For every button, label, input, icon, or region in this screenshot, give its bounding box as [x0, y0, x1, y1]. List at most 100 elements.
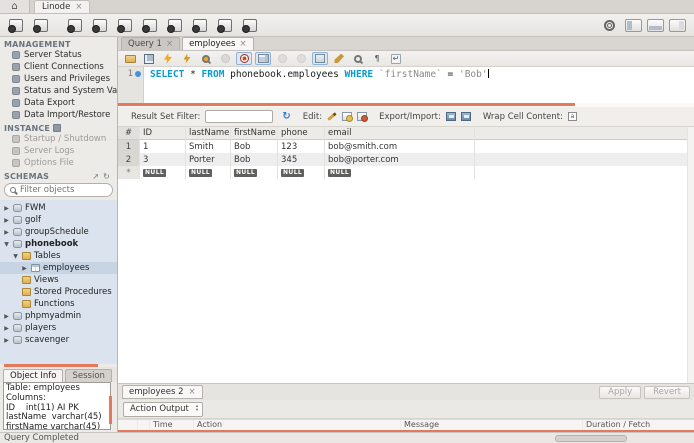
home-tab[interactable]: ⌂ — [0, 0, 30, 13]
sidebar-item-options-file[interactable]: Options File — [0, 157, 117, 169]
column-header-firstname[interactable]: firstName — [231, 127, 278, 140]
tree-node-phonebook[interactable]: ▼ phonebook — [0, 238, 117, 250]
chevron-collapsed-icon[interactable]: ▶ — [3, 205, 10, 212]
column-header-phone[interactable]: phone — [278, 127, 325, 140]
cell-null[interactable]: NULL — [278, 166, 325, 179]
tab-session[interactable]: Session — [65, 369, 112, 382]
chevron-collapsed-icon[interactable]: ▶ — [3, 325, 10, 332]
wrap-cell-icon[interactable]: a — [567, 112, 577, 121]
bottom-panel-splitter-highlight[interactable] — [109, 396, 112, 424]
reconnect-dbms-button[interactable] — [215, 17, 235, 34]
cell-null[interactable]: NULL — [186, 166, 231, 179]
edit-record-icon[interactable] — [327, 112, 337, 121]
tree-node-scavenger[interactable]: ▶ scavenger — [0, 334, 117, 346]
sidebar-item-data-import-restore[interactable]: Data Import/Restore — [0, 109, 117, 121]
table-row[interactable]: 1 1 Smith Bob 123 bob@smith.com — [118, 140, 694, 153]
sidebar-item-status-and-system-variables[interactable]: Status and System Variables — [0, 85, 117, 97]
cell-firstname[interactable]: Bob — [231, 153, 278, 166]
revert-button[interactable]: Revert — [644, 385, 690, 399]
result-set-filter-input[interactable] — [205, 110, 274, 123]
wrap-text-button[interactable]: ↵ — [388, 52, 404, 65]
tree-node-functions[interactable]: Functions — [0, 298, 117, 310]
cell-email[interactable]: bob@porter.com — [325, 153, 475, 166]
find-button[interactable] — [350, 52, 366, 65]
new-query-tab-button[interactable] — [6, 17, 26, 34]
chevron-collapsed-icon[interactable]: ▶ — [3, 313, 10, 320]
sidebar-item-server-logs[interactable]: Server Logs — [0, 145, 117, 157]
close-icon[interactable]: × — [189, 388, 196, 397]
cell-id[interactable]: 1 — [140, 140, 186, 153]
horizontal-scrollbar-thumb[interactable] — [555, 435, 627, 442]
sidebar-item-client-connections[interactable]: Client Connections — [0, 61, 117, 73]
tree-node-phpmyadmin[interactable]: ▶ phpmyadmin — [0, 310, 117, 322]
tree-node-groupschedule[interactable]: ▶ groupSchedule — [0, 226, 117, 238]
apply-button[interactable]: Apply — [599, 385, 642, 399]
export-icon[interactable] — [445, 112, 456, 121]
chevron-collapsed-icon[interactable]: ▶ — [3, 229, 10, 236]
refresh-schemas-icon[interactable]: ↻ — [103, 172, 110, 181]
execute-button[interactable] — [160, 52, 176, 65]
explain-button[interactable] — [198, 52, 214, 65]
grid-vertical-scrollbar[interactable] — [687, 127, 694, 383]
sql-editor[interactable]: 1 SELECT * FROM phonebook.employees WHER… — [118, 67, 694, 103]
expand-panel-icon[interactable]: ↗ — [92, 172, 99, 181]
chevron-collapsed-icon[interactable]: ▶ — [21, 265, 28, 272]
refresh-icon[interactable]: ↻ — [282, 111, 290, 122]
delete-row-icon[interactable] — [357, 112, 369, 122]
cell-firstname[interactable]: Bob — [231, 140, 278, 153]
tab-object-info[interactable]: Object Info — [3, 369, 64, 382]
table-row[interactable]: 2 3 Porter Bob 345 bob@porter.com — [118, 153, 694, 166]
close-icon[interactable]: × — [166, 40, 173, 49]
cell-phone[interactable]: 345 — [278, 153, 325, 166]
sql-code[interactable]: SELECT * FROM phonebook.employees WHERE … — [144, 67, 489, 103]
close-icon[interactable]: × — [75, 3, 82, 12]
create-view-button[interactable] — [115, 17, 135, 34]
column-header-id[interactable]: ID — [140, 127, 186, 140]
cell-null[interactable]: NULL — [231, 166, 278, 179]
create-table-button[interactable] — [90, 17, 110, 34]
editor-tab-query-1[interactable]: Query 1 × — [121, 37, 181, 50]
invisibles-button[interactable]: ¶ — [369, 52, 385, 65]
create-procedure-button[interactable] — [140, 17, 160, 34]
limit-rows-button[interactable] — [255, 52, 271, 65]
manage-server-button[interactable] — [240, 17, 260, 34]
sidebar-item-users-and-privileges[interactable]: Users and Privileges — [0, 73, 117, 85]
preferences-icon[interactable] — [604, 19, 615, 31]
import-icon[interactable] — [460, 112, 471, 121]
connection-tab-linode[interactable]: Linode × — [34, 0, 91, 13]
column-header-email[interactable]: email — [325, 127, 475, 140]
toggle-left-panel-button[interactable] — [625, 18, 642, 32]
toggle-right-panel-button[interactable] — [669, 18, 686, 32]
chevron-expanded-icon[interactable]: ▼ — [3, 241, 10, 248]
toggle-bottom-panel-button[interactable] — [647, 18, 664, 32]
sidebar-item-server-status[interactable]: Server Status — [0, 49, 117, 61]
column-header-lastname[interactable]: lastName — [186, 127, 231, 140]
chevron-expanded-icon[interactable]: ▼ — [12, 253, 19, 260]
chevron-collapsed-icon[interactable]: ▶ — [3, 217, 10, 224]
sidebar-item-startup-shutdown[interactable]: Startup / Shutdown — [0, 133, 117, 145]
close-icon[interactable]: × — [239, 40, 246, 49]
insert-row-icon[interactable] — [342, 112, 354, 122]
cell-null[interactable]: NULL — [140, 166, 186, 179]
save-script-button[interactable] — [141, 52, 157, 65]
tree-node-views[interactable]: Views — [0, 274, 117, 286]
create-function-button[interactable] — [165, 17, 185, 34]
open-sql-script-button[interactable] — [31, 17, 51, 34]
open-script-button[interactable] — [122, 52, 138, 65]
tree-node-fwm[interactable]: ▶ FWM — [0, 202, 117, 214]
cell-email[interactable]: bob@smith.com — [325, 140, 475, 153]
chevron-collapsed-icon[interactable]: ▶ — [3, 337, 10, 344]
result-tab-employees-2[interactable]: employees 2 × — [122, 385, 203, 399]
cell-lastname[interactable]: Porter — [186, 153, 231, 166]
beautify-button[interactable] — [331, 52, 347, 65]
create-schema-button[interactable] — [65, 17, 85, 34]
sidebar-item-data-export[interactable]: Data Export — [0, 97, 117, 109]
column-header-rownum[interactable]: # — [118, 127, 140, 140]
search-table-data-button[interactable] — [190, 17, 210, 34]
tree-node-stored-procedures[interactable]: Stored Procedures — [0, 286, 117, 298]
insert-row[interactable]: * NULL NULL NULL NULL NULL — [118, 166, 694, 179]
schema-filter-input[interactable] — [20, 185, 107, 195]
tree-node-players[interactable]: ▶ players — [0, 322, 117, 334]
cell-lastname[interactable]: Smith — [186, 140, 231, 153]
tree-node-golf[interactable]: ▶ golf — [0, 214, 117, 226]
